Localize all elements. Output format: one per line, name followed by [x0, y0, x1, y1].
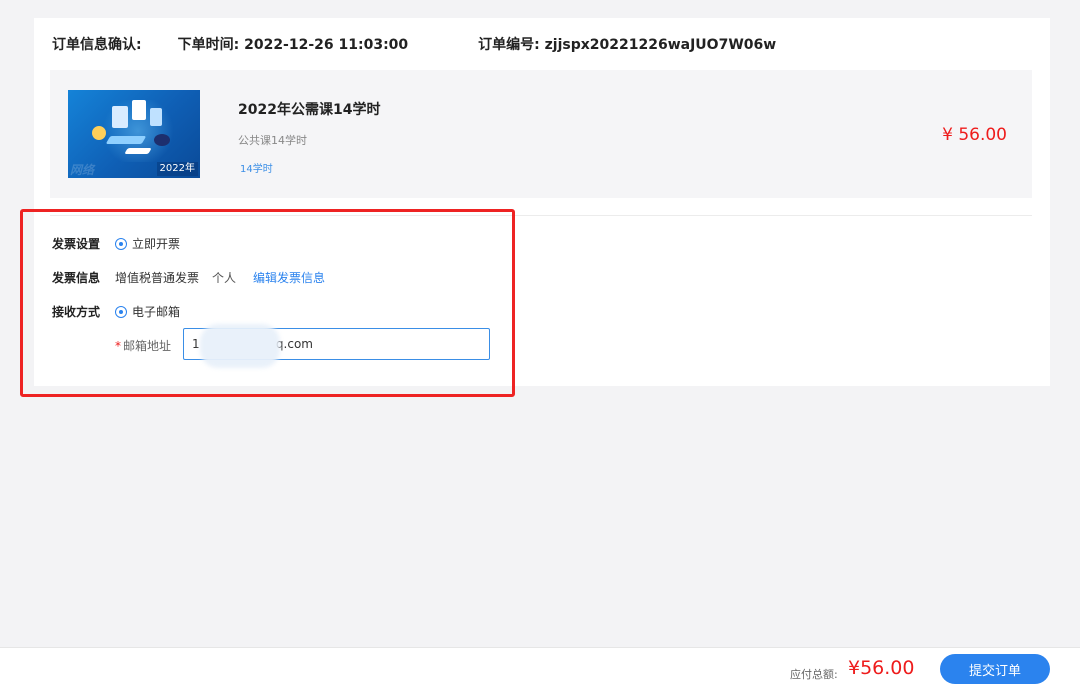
- order-number-value: zjjspx20221226waJUO7W06w: [544, 37, 777, 53]
- course-hours-tag: 14学时: [240, 164, 273, 175]
- submit-order-button[interactable]: 提交订单: [940, 654, 1050, 684]
- footer-bar: 应付总额: ¥56.00 提交订单: [0, 647, 1080, 688]
- order-time-label: 下单时间:: [177, 37, 240, 53]
- order-number-label: 订单编号:: [478, 37, 540, 53]
- course-item: 网络 2022年 2022年公需课14学时 公共课14学时 14学时 ¥ 56.…: [50, 70, 1032, 198]
- highlight-box: [20, 209, 515, 397]
- course-title: 2022年公需课14学时: [238, 102, 381, 118]
- order-confirm-label: 订单信息确认:: [52, 37, 142, 53]
- order-time-value: 2022-12-26 11:03:00: [244, 37, 409, 53]
- total-label: 应付总额:: [790, 668, 838, 681]
- course-price: ¥ 56.00: [942, 125, 1007, 145]
- thumbnail-watermark: 网络: [70, 163, 95, 177]
- course-thumbnail: 网络 2022年: [68, 90, 200, 178]
- order-time: 下单时间: 2022-12-26 11:03:00: [178, 34, 409, 54]
- total-value: ¥56.00: [848, 657, 915, 679]
- order-number: 订单编号: zjjspx20221226waJUO7W06w: [478, 34, 776, 54]
- order-header: 订单信息确认: 下单时间: 2022-12-26 11:03:00 订单编号: …: [52, 34, 776, 54]
- course-subtitle: 公共课14学时: [238, 134, 307, 147]
- thumbnail-year-badge: 2022年: [156, 162, 198, 176]
